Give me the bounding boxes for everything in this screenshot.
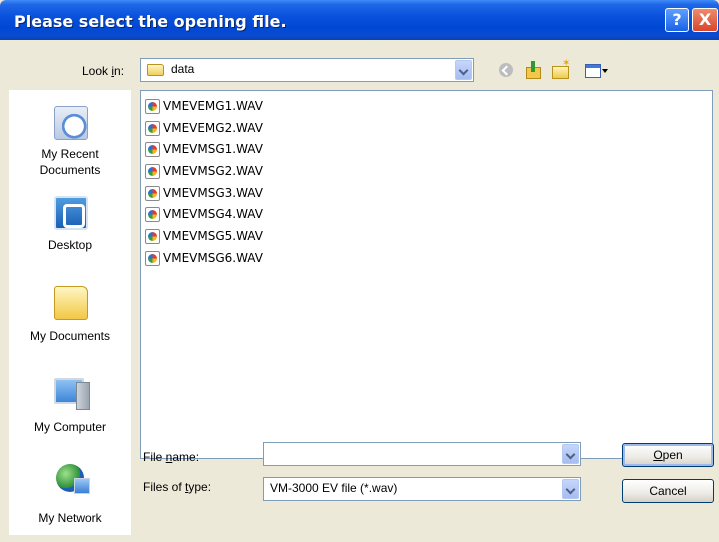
- help-button[interactable]: ?: [665, 8, 689, 32]
- file-name-label: File name:: [143, 450, 200, 464]
- file-name: VMEVEMG1.WAV: [163, 99, 263, 113]
- wav-file-icon: [145, 251, 160, 266]
- wav-file-icon: [145, 207, 160, 222]
- wav-file-icon: [145, 164, 160, 179]
- file-type-dropdown[interactable]: VM-3000 EV file (*.wav): [263, 477, 581, 501]
- place-label: My Network: [38, 511, 102, 525]
- look-in-dropdown[interactable]: data: [140, 58, 474, 82]
- file-name: VMEVMSG4.WAV: [163, 207, 263, 221]
- back-icon[interactable]: [496, 60, 516, 80]
- places-bar: My Recent Documents Desktop My Documents …: [9, 90, 131, 535]
- file-list[interactable]: VMEVEMG1.WAV VMEVEMG2.WAV VMEVMSG1.WAV V…: [140, 90, 713, 459]
- new-folder-icon[interactable]: [550, 58, 570, 80]
- title-bar[interactable]: Please select the opening file. ? X: [0, 0, 719, 40]
- dialog-title: Please select the opening file.: [14, 12, 287, 31]
- chevron-down-icon[interactable]: [455, 60, 472, 80]
- file-type-label: Files of type:: [143, 480, 212, 494]
- wav-file-icon: [145, 186, 160, 201]
- wav-file-icon: [145, 121, 160, 136]
- my-network-icon: [54, 464, 90, 498]
- chevron-down-icon[interactable]: [562, 479, 579, 499]
- file-name: VMEVMSG2.WAV: [163, 164, 263, 178]
- file-name-input[interactable]: [263, 442, 581, 466]
- file-name: VMEVMSG3.WAV: [163, 186, 263, 200]
- file-name: VMEVEMG2.WAV: [163, 121, 263, 135]
- wav-file-icon: [145, 142, 160, 157]
- folder-icon: [147, 64, 164, 76]
- chevron-down-icon[interactable]: [562, 444, 579, 464]
- up-folder-icon[interactable]: [523, 60, 543, 80]
- cancel-button[interactable]: Cancel: [622, 479, 714, 503]
- look-in-value: data: [171, 62, 195, 76]
- open-file-dialog: Please select the opening file. ? X Look…: [0, 0, 719, 542]
- file-name: VMEVMSG5.WAV: [163, 229, 263, 243]
- look-in-label: Look in:: [82, 64, 125, 78]
- file-type-value: VM-3000 EV file (*.wav): [270, 481, 398, 495]
- views-menu-icon[interactable]: [583, 60, 611, 80]
- file-name: VMEVMSG6.WAV: [163, 251, 263, 265]
- open-button[interactable]: Open: [622, 443, 714, 467]
- close-button[interactable]: X: [692, 8, 718, 32]
- wav-file-icon: [145, 229, 160, 244]
- wav-file-icon: [145, 99, 160, 114]
- place-my-network[interactable]: My Network: [9, 90, 131, 530]
- file-name: VMEVMSG1.WAV: [163, 142, 263, 156]
